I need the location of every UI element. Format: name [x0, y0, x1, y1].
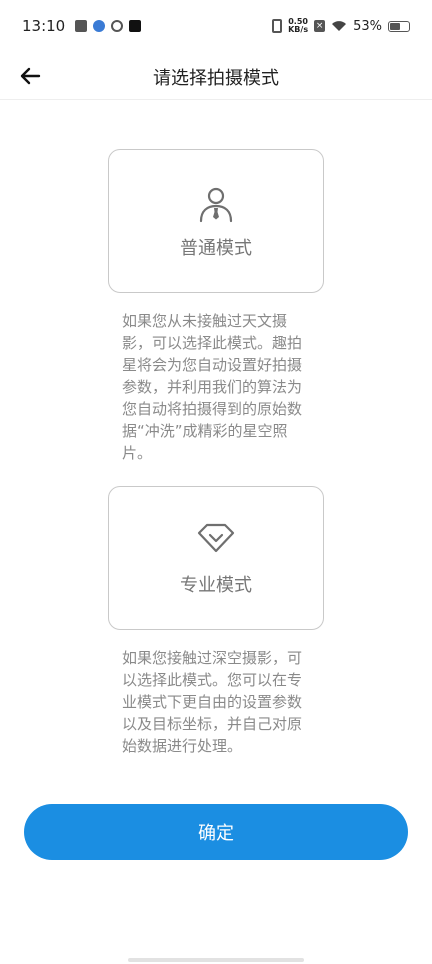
status-right: 0.50 KB/s × 53% — [272, 18, 410, 34]
home-indicator[interactable] — [128, 958, 304, 962]
battery-icon — [388, 20, 410, 32]
normal-mode-label: 普通模式 — [180, 238, 252, 259]
vibrate-icon — [272, 19, 283, 33]
normal-mode-icon-wrap — [109, 184, 323, 224]
no-sim-icon: × — [314, 20, 326, 32]
normal-mode-card[interactable]: 普通模式 — [108, 149, 324, 293]
pro-mode-card[interactable]: 专业模式 — [108, 486, 324, 630]
network-speed: 0.50 KB/s — [288, 18, 308, 34]
diamond-icon — [197, 523, 235, 553]
confirm-button[interactable]: 确定 — [24, 804, 408, 860]
sync-notification-icon — [111, 20, 124, 32]
pro-mode-icon-wrap — [109, 521, 323, 561]
page-title: 请选择拍摄模式 — [153, 68, 279, 89]
network-speed-unit: KB/s — [288, 25, 309, 34]
status-time: 13:10 — [22, 17, 66, 35]
mail-notification-icon — [75, 20, 88, 32]
pro-mode-description: 如果您接触过深空摄影，可以选择此模式。您可以在专业模式下更自由的设置参数以及目标… — [122, 649, 303, 755]
normal-mode-description: 如果您从未接触过天文摄影，可以选择此模式。趣拍星将会为您自动设置好拍摄参数，并利… — [122, 312, 303, 462]
battery-percent: 53% — [353, 18, 382, 34]
wifi-icon — [332, 21, 347, 31]
status-left: 13:10 — [22, 17, 142, 35]
pro-mode-label: 专业模式 — [180, 575, 252, 596]
tiktok-notification-icon — [129, 20, 142, 32]
person-icon — [199, 187, 233, 223]
app-bar: 请选择拍摄模式 — [0, 52, 432, 100]
app-notification-icon — [93, 20, 106, 32]
status-bar: 13:10 0.50 KB/s × 53% — [0, 0, 432, 52]
